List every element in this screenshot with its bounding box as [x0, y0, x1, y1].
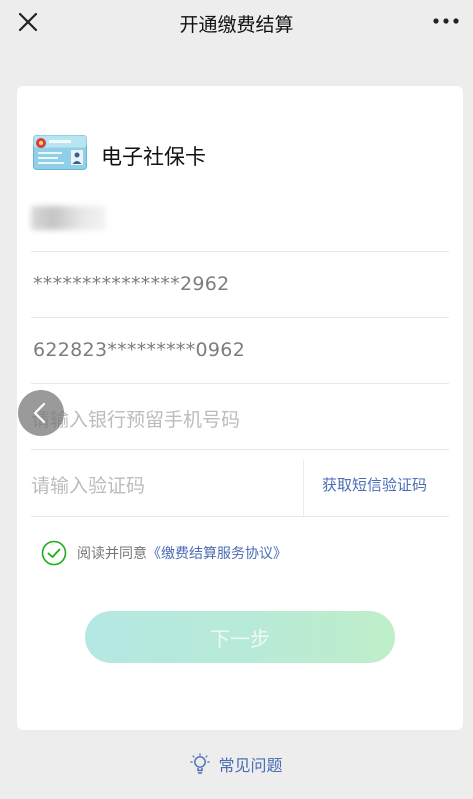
get-sms-code-button[interactable]: 获取短信验证码 — [322, 474, 427, 495]
next-step-button[interactable]: 下一步 — [85, 611, 395, 663]
agreement-link[interactable]: 《缴费结算服务协议》 — [147, 543, 287, 563]
divider — [31, 251, 449, 252]
agree-prefix-text: 阅读并同意 — [77, 546, 147, 562]
verification-code-input[interactable] — [31, 466, 291, 506]
social-security-card-icon — [33, 135, 87, 170]
faq-label: 常见问题 — [218, 756, 283, 775]
top-nav-bar: 开通缴费结算 — [0, 0, 473, 44]
bank-card-number-masked: 622823*********0962 — [33, 339, 246, 361]
more-options-icon[interactable] — [431, 11, 461, 31]
lightbulb-icon — [190, 753, 211, 775]
id-number-masked: ***************2962 — [33, 273, 230, 295]
divider — [303, 516, 449, 517]
phone-number-input[interactable] — [31, 400, 441, 440]
divider — [31, 317, 449, 318]
agreement-row: 阅读并同意 《缴费结算服务协议》 — [41, 540, 287, 566]
divider — [31, 449, 449, 450]
masked-name — [31, 206, 106, 230]
floating-back-button[interactable] — [18, 390, 64, 436]
divider — [31, 516, 303, 517]
page-title: 开通缴费结算 — [179, 14, 294, 36]
faq-link[interactable]: 常见问题 — [0, 752, 473, 776]
card-type-title: 电子社保卡 — [101, 145, 206, 169]
divider — [31, 383, 449, 384]
sms-divider — [303, 460, 304, 516]
enrollment-card: 电子社保卡 ***************2962 622823********… — [17, 86, 463, 730]
agree-checkbox-checked-icon[interactable] — [41, 540, 67, 566]
chevron-left-icon — [33, 402, 46, 424]
